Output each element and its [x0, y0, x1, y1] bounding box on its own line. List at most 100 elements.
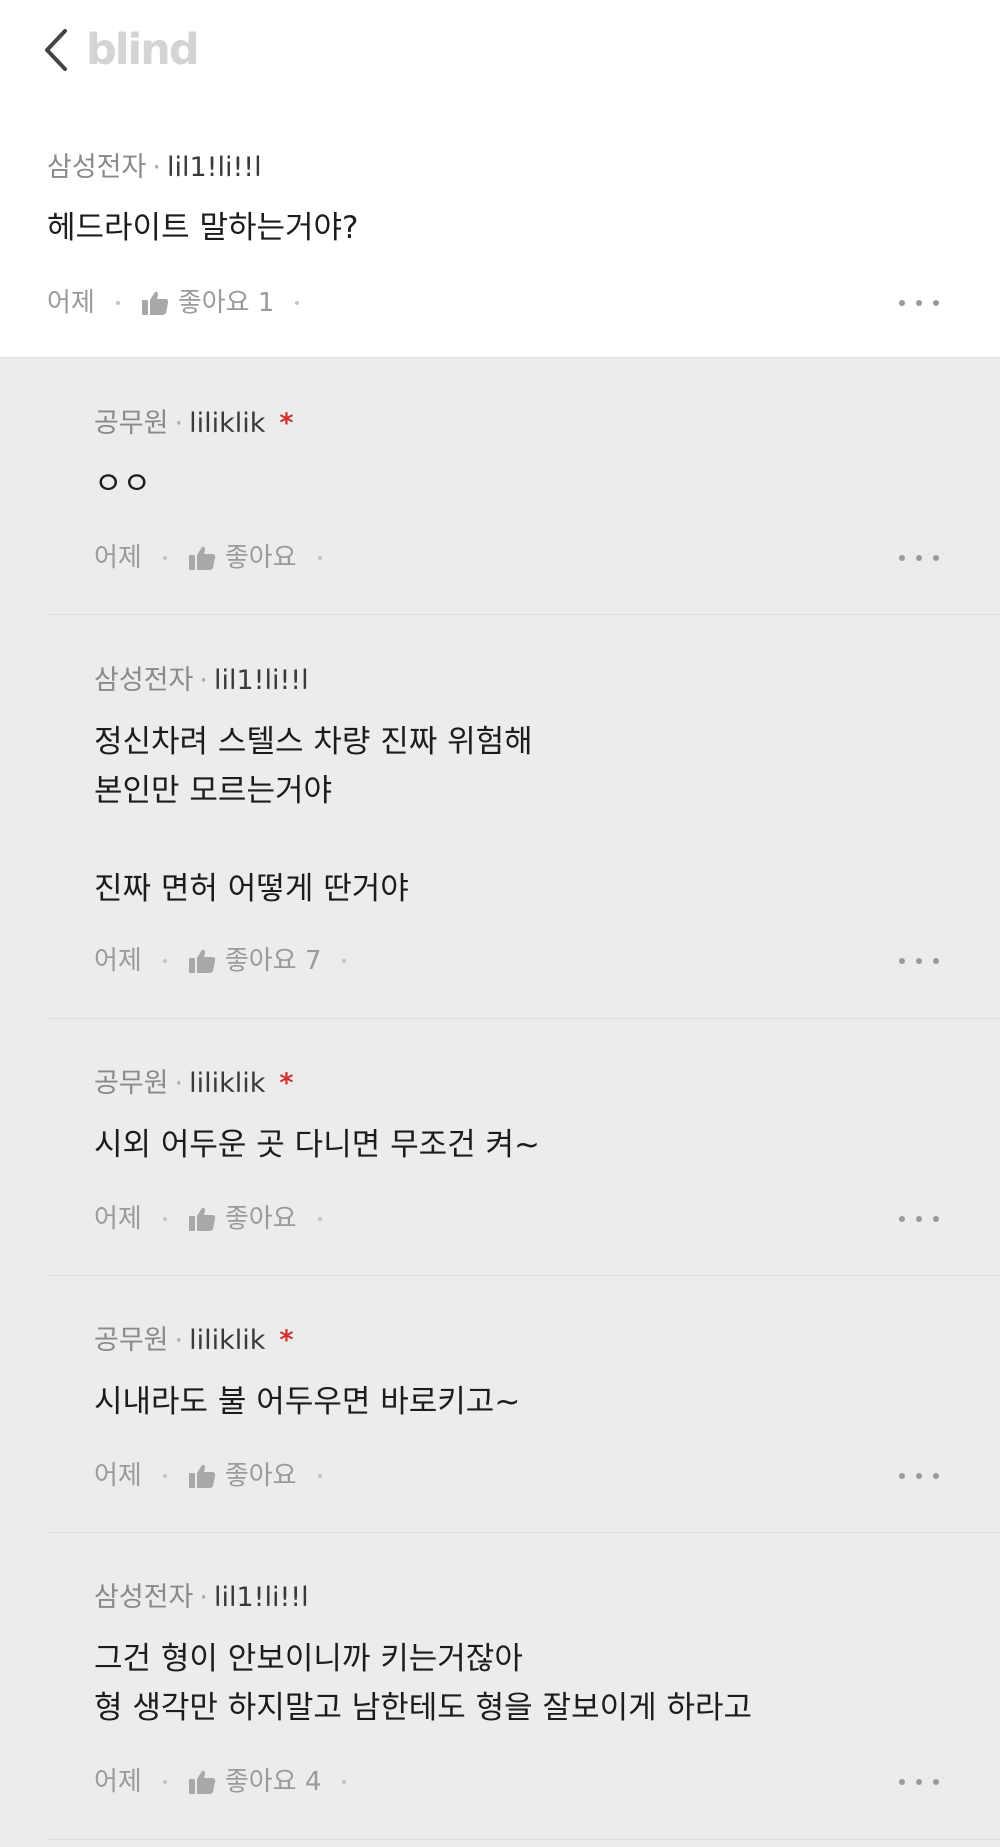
reply-footer: 어제 좋아요 7: [94, 943, 367, 979]
more-button[interactable]: [899, 285, 939, 321]
like-button[interactable]: 좋아요: [188, 1201, 297, 1237]
reply-meta: 삼성전자 · lil1!li!!l: [94, 1580, 309, 1616]
more-button[interactable]: [899, 1458, 939, 1494]
reply-divider: [47, 1839, 1000, 1840]
more-dot: [899, 300, 905, 306]
comment-time: 어제: [47, 288, 95, 318]
footer-dot: [342, 959, 347, 963]
more-dot: [916, 555, 922, 561]
meta-separator: ·: [199, 665, 208, 696]
footer-dot: [342, 1780, 347, 1784]
footer-dot: [162, 1217, 167, 1221]
more-dot: [933, 1779, 939, 1785]
reply-meta: 삼성전자 · lil1!li!!l: [94, 663, 309, 699]
meta-separator: ·: [199, 1582, 208, 1613]
chevron-left-icon: [45, 29, 67, 71]
reply-text: 시외 어두운 곳 다니면 무조건 켜~: [94, 1127, 541, 1163]
thumbs-up-icon: [188, 1207, 216, 1231]
like-button[interactable]: 좋아요: [188, 540, 297, 576]
author-mark: *: [279, 1325, 294, 1356]
reply-time: 어제: [94, 1767, 142, 1797]
comment-text: 헤드라이트 말하는거야?: [47, 210, 359, 246]
like-label: 좋아요: [224, 1461, 297, 1491]
like-button[interactable]: 좋아요 1: [141, 285, 275, 321]
reply-divider: [47, 1532, 1000, 1533]
footer-dot: [317, 1474, 322, 1478]
reply-text: 그건 형이 안보이니까 키는거잖아 형 생각만 하지말고 남한테도 형을 잘보이…: [94, 1641, 753, 1726]
reply-divider: [47, 1018, 1000, 1019]
reply-text: 정신차려 스텔스 차량 진짜 위험해 본인만 모르는거야 진짜 면허 어떻게 딴…: [94, 724, 533, 907]
thumbs-up-icon: [188, 546, 216, 570]
more-button[interactable]: [899, 943, 939, 979]
nickname[interactable]: lil1!li!!l: [214, 665, 309, 696]
comment-meta: 삼성전자 · lil1!li!!l: [47, 150, 262, 186]
footer-dot: [115, 301, 120, 305]
thumbs-up-icon: [188, 1770, 216, 1794]
like-label: 좋아요 4: [224, 1767, 322, 1797]
parent-comment: 삼성전자 · lil1!li!!l 헤드라이트 말하는거야? 어제 좋아요 1: [0, 110, 1000, 358]
reply-text: 시내라도 불 어두우면 바로키고~: [94, 1384, 521, 1420]
reply-time: 어제: [94, 946, 142, 976]
nickname[interactable]: lil1!li!!l: [167, 152, 262, 183]
blind-logo[interactable]: blind: [86, 22, 200, 78]
more-dot: [916, 958, 922, 964]
thumbs-up-icon: [188, 949, 216, 973]
reply-meta: 공무원 · liliklik *: [94, 1066, 294, 1102]
reply-meta: 공무원 · liliklik *: [94, 1323, 294, 1359]
like-button[interactable]: 좋아요 7: [188, 943, 322, 979]
reply-time: 어제: [94, 1461, 142, 1491]
more-dot: [916, 1779, 922, 1785]
author-mark: *: [279, 1068, 294, 1099]
meta-separator: ·: [174, 408, 184, 439]
more-dot: [933, 555, 939, 561]
company-name: 공무원: [94, 1068, 169, 1099]
company-name: 공무원: [94, 408, 169, 439]
footer-dot: [295, 301, 300, 305]
footer-dot: [317, 556, 322, 560]
more-dot: [899, 958, 905, 964]
reply-divider: [47, 1275, 1000, 1276]
thumbs-up-icon: [188, 1464, 216, 1488]
comment-footer: 어제 좋아요 1: [47, 285, 320, 321]
company-name: 삼성전자: [94, 1582, 194, 1613]
reply-divider: [47, 614, 1000, 615]
meta-separator: ·: [152, 152, 161, 183]
reply-meta: 공무원 · liliklik *: [94, 406, 294, 442]
like-label: 좋아요: [224, 1204, 297, 1234]
back-button[interactable]: [36, 22, 76, 78]
like-label: 좋아요 7: [224, 946, 322, 976]
reply-text: ㅇㅇ: [94, 466, 152, 502]
more-dot: [916, 1216, 922, 1222]
company-name: 삼성전자: [47, 152, 147, 183]
reply-footer: 어제 좋아요: [94, 1201, 343, 1237]
nickname[interactable]: liliklik: [189, 1325, 265, 1356]
app-header: blind: [0, 0, 1000, 110]
footer-dot: [162, 1474, 167, 1478]
reply-footer: 어제 좋아요 4: [94, 1764, 367, 1800]
more-dot: [899, 1216, 905, 1222]
footer-dot: [162, 959, 167, 963]
footer-dot: [317, 1217, 322, 1221]
nickname[interactable]: liliklik: [189, 1068, 265, 1099]
nickname[interactable]: lil1!li!!l: [214, 1582, 309, 1613]
nickname[interactable]: liliklik: [189, 408, 265, 439]
meta-separator: ·: [174, 1325, 184, 1356]
more-dot: [899, 1779, 905, 1785]
company-name: 삼성전자: [94, 665, 194, 696]
more-dot: [933, 1473, 939, 1479]
footer-dot: [162, 1780, 167, 1784]
meta-separator: ·: [174, 1068, 184, 1099]
more-button[interactable]: [899, 540, 939, 576]
like-button[interactable]: 좋아요 4: [188, 1764, 322, 1800]
reply-list: 공무원 · liliklik * ㅇㅇ 어제 좋아요 삼성전자 · lil1!li!!l …: [0, 358, 1000, 1847]
like-button[interactable]: 좋아요: [188, 1458, 297, 1494]
more-dot: [899, 1473, 905, 1479]
more-button[interactable]: [899, 1201, 939, 1237]
reply-footer: 어제 좋아요: [94, 540, 343, 576]
thumbs-up-icon: [141, 291, 169, 315]
more-dot: [933, 300, 939, 306]
footer-dot: [162, 556, 167, 560]
more-button[interactable]: [899, 1764, 939, 1800]
like-label: 좋아요 1: [177, 288, 275, 318]
company-name: 공무원: [94, 1325, 169, 1356]
